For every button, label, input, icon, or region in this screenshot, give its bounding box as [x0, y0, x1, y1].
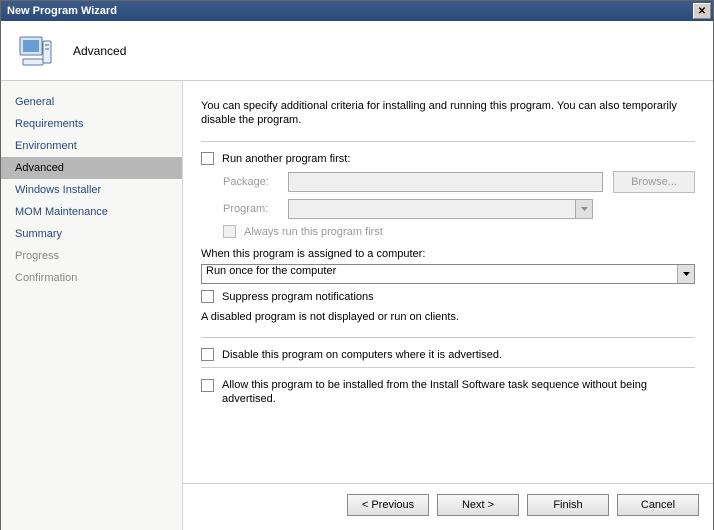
package-label: Package: [223, 176, 288, 188]
divider [201, 367, 695, 368]
finish-button[interactable]: Finish [527, 494, 609, 516]
chevron-down-icon [575, 200, 592, 218]
assigned-combo[interactable]: Run once for the computer [201, 264, 695, 284]
suppress-checkbox[interactable] [201, 290, 214, 303]
sidebar-item-progress: Progress [1, 245, 182, 267]
disable-program-checkbox[interactable] [201, 348, 214, 361]
chevron-down-icon[interactable] [677, 265, 694, 283]
program-label: Program: [223, 203, 288, 215]
run-another-first-row: Run another program first: [201, 152, 695, 165]
run-first-form: Package: Browse... Program: [223, 171, 695, 238]
run-another-first-label: Run another program first: [222, 153, 350, 165]
cancel-button[interactable]: Cancel [617, 494, 699, 516]
always-run-first-label: Always run this program first [244, 226, 383, 238]
page-title: Advanced [73, 44, 126, 58]
assigned-label: When this program is assigned to a compu… [201, 248, 695, 260]
allow-ts-label: Allow this program to be installed from … [222, 378, 695, 406]
close-button[interactable]: ✕ [693, 3, 711, 19]
wizard-window: New Program Wizard ✕ Advanced GeneralReq… [0, 0, 714, 530]
sidebar-item-advanced[interactable]: Advanced [1, 157, 182, 179]
program-combo [288, 199, 593, 219]
divider [201, 141, 695, 142]
allow-ts-checkbox[interactable] [201, 379, 214, 392]
computer-icon [15, 31, 55, 71]
disable-program-row: Disable this program on computers where … [201, 348, 695, 361]
intro-text: You can specify additional criteria for … [201, 99, 695, 127]
wizard-body: GeneralRequirementsEnvironmentAdvancedWi… [1, 81, 713, 530]
titlebar: New Program Wizard ✕ [1, 1, 713, 21]
suppress-label: Suppress program notifications [222, 291, 374, 303]
divider [201, 337, 695, 338]
close-icon: ✕ [698, 6, 706, 17]
sidebar-item-mom-maintenance[interactable]: MOM Maintenance [1, 201, 182, 223]
wizard-footer: < Previous Next > Finish Cancel [183, 483, 713, 530]
run-another-first-checkbox[interactable] [201, 152, 214, 165]
sidebar-item-requirements[interactable]: Requirements [1, 113, 182, 135]
allow-ts-row: Allow this program to be installed from … [201, 378, 695, 406]
window-title: New Program Wizard [7, 5, 693, 17]
sidebar-item-summary[interactable]: Summary [1, 223, 182, 245]
disabled-note: A disabled program is not displayed or r… [201, 311, 695, 323]
always-run-first-checkbox [223, 225, 236, 238]
package-input [288, 172, 603, 192]
wizard-sidebar: GeneralRequirementsEnvironmentAdvancedWi… [1, 81, 183, 530]
sidebar-item-general[interactable]: General [1, 91, 182, 113]
sidebar-item-environment[interactable]: Environment [1, 135, 182, 157]
wizard-content: You can specify additional criteria for … [183, 81, 713, 530]
browse-button: Browse... [613, 171, 695, 193]
next-button[interactable]: Next > [437, 494, 519, 516]
wizard-header: Advanced [1, 21, 713, 81]
assigned-combo-value: Run once for the computer [202, 263, 340, 279]
disable-program-label: Disable this program on computers where … [222, 349, 502, 361]
sidebar-item-confirmation: Confirmation [1, 267, 182, 289]
suppress-row: Suppress program notifications [201, 290, 695, 303]
sidebar-item-windows-installer[interactable]: Windows Installer [1, 179, 182, 201]
previous-button[interactable]: < Previous [347, 494, 429, 516]
